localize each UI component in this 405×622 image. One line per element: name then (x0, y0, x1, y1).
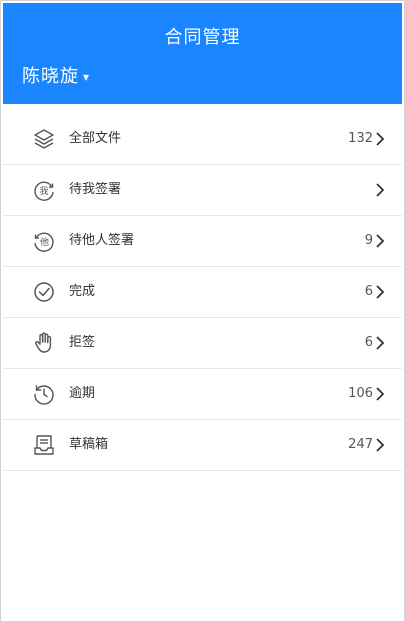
chevron-right-icon (374, 336, 386, 350)
menu-item-label: 完成 (69, 284, 96, 299)
menu-item-pending-others[interactable]: 他 待他人签署 9 (3, 216, 402, 267)
menu-item-rejected[interactable]: 拒签 6 (3, 318, 402, 369)
menu-item-label: 待他人签署 (69, 233, 135, 248)
header-bar: 合同管理 陈晓旋 ▾ (3, 3, 402, 104)
svg-text:他: 他 (40, 236, 49, 248)
menu-item-count: 9 (364, 233, 373, 248)
menu-item-pending-me[interactable]: 我 待我签署 (3, 165, 402, 216)
user-name: 陈晓旋 (22, 66, 79, 87)
drafts-icon (32, 433, 56, 457)
menu-item-label: 逾期 (69, 386, 96, 401)
chevron-right-icon (374, 132, 386, 146)
svg-text:我: 我 (39, 186, 48, 197)
caret-down-icon: ▾ (83, 69, 91, 84)
chevron-right-icon (374, 438, 386, 452)
chevron-right-icon (374, 285, 386, 299)
menu-item-label: 拒签 (69, 335, 96, 350)
hand-icon (32, 331, 56, 355)
menu-list: 全部文件 132 我 待我签署 他 待他人签署 9 完成 6 拒签 6 逾期 1… (3, 114, 402, 471)
others-sign-icon: 他 (32, 229, 56, 253)
menu-item-label: 待我签署 (69, 182, 122, 197)
menu-item-count: 132 (348, 131, 373, 146)
menu-item-label: 草稿箱 (69, 437, 109, 452)
chevron-right-icon (374, 387, 386, 401)
page-title: 合同管理 (164, 27, 241, 48)
menu-item-label: 全部文件 (69, 131, 122, 146)
menu-item-all-files[interactable]: 全部文件 132 (3, 114, 402, 165)
menu-item-overdue[interactable]: 逾期 106 (3, 369, 402, 420)
me-sign-icon: 我 (32, 178, 56, 202)
history-icon (32, 382, 56, 406)
chevron-right-icon (374, 183, 386, 197)
layers-icon (32, 127, 56, 151)
app-frame: 合同管理 陈晓旋 ▾ 全部文件 132 我 待我签署 他 待他人签署 9 完成 … (0, 0, 405, 622)
menu-item-completed[interactable]: 完成 6 (3, 267, 402, 318)
menu-item-count: 6 (364, 284, 373, 299)
menu-item-count: 106 (348, 386, 373, 401)
menu-item-count: 247 (348, 437, 373, 452)
menu-item-drafts[interactable]: 草稿箱 247 (3, 420, 402, 471)
user-switcher[interactable]: 陈晓旋 ▾ (22, 62, 90, 88)
menu-item-count: 6 (364, 335, 373, 350)
check-circle-icon (32, 280, 56, 304)
chevron-right-icon (374, 234, 386, 248)
